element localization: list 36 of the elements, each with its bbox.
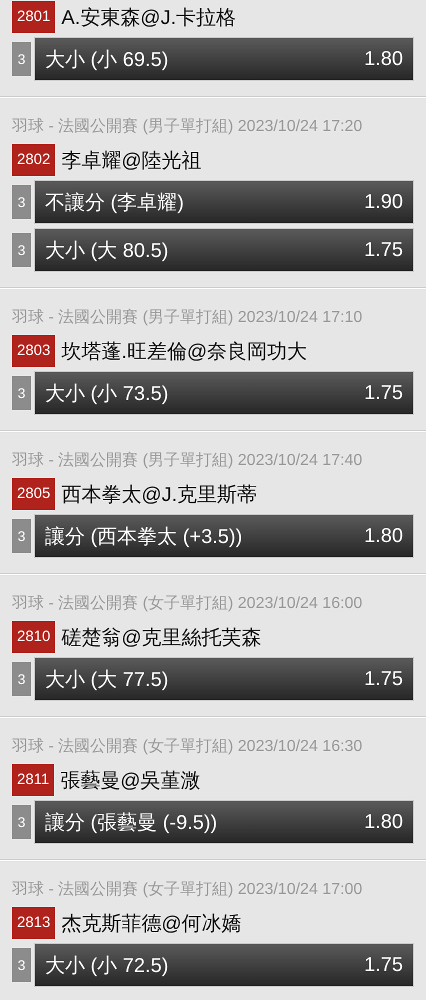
bet-option[interactable]: 讓分 (西本拳太 (+3.5)) 1.80 — [34, 514, 414, 558]
bet-option[interactable]: 大小 (大 77.5) 1.75 — [34, 657, 414, 701]
bet-option[interactable]: 讓分 (張藝曼 (-9.5)) 1.80 — [34, 800, 414, 844]
match-title: 張藝曼@吳堇溦 — [60, 768, 201, 794]
bet-option[interactable]: 不讓分 (李卓耀) 1.90 — [34, 180, 414, 224]
count-label: 3 — [12, 233, 31, 267]
count-label: 3 — [12, 185, 31, 219]
event-code: 2801 — [12, 1, 56, 33]
count-label: 3 — [12, 662, 31, 696]
event-code: 2811 — [12, 764, 54, 796]
count-label: 3 — [12, 948, 31, 982]
event-info: 羽球 - 法國公開賽 (女子單打組) 2023/10/24 17:00 — [12, 880, 364, 900]
bet-option[interactable]: 大小 (小 73.5) 1.75 — [34, 371, 414, 415]
event-info: 羽球 - 法國公開賽 (男子單打組) 2023/10/24 17:10 — [12, 308, 364, 328]
event-code: 2803 — [12, 335, 56, 367]
match-title: 磋楚翁@克里絲托芙森 — [61, 626, 262, 650]
event-code: 2813 — [12, 907, 56, 939]
count-label: 3 — [12, 42, 31, 76]
event-info: 羽球 - 法國公開賽 (女子單打組) 2023/10/24 16:00 — [12, 594, 364, 614]
bet-option[interactable]: 大小 (小 72.5) 1.75 — [34, 943, 414, 987]
count-label: 3 — [12, 805, 31, 839]
match-title: 李卓耀@陸光祖 — [61, 148, 202, 174]
bet-option[interactable]: 大小 (小 69.5) 1.80 — [34, 37, 414, 81]
event-info: 羽球 - 法國公開賽 (男子單打組) 2023/10/24 17:20 — [12, 116, 364, 137]
count-label: 3 — [12, 376, 31, 410]
event-code: 2802 — [12, 144, 56, 176]
event-info: 羽球 - 法國公開賽 (男子單打組) 2023/10/24 17:40 — [12, 450, 364, 471]
bet-option[interactable]: 大小 (大 80.5) 1.75 — [34, 228, 414, 272]
match-title: 杰克斯菲德@何冰嬌 — [61, 912, 242, 936]
match-title: 坎塔蓬.旺差倫@奈良岡功大 — [61, 340, 308, 364]
event-info: 羽球 - 法國公開賽 (女子單打組) 2023/10/24 16:30 — [12, 736, 364, 757]
event-code: 2810 — [12, 621, 56, 653]
match-title: A.安東森@J.卡拉格 — [61, 6, 236, 30]
count-label: 3 — [12, 519, 31, 553]
event-code: 2805 — [12, 478, 56, 510]
match-title: 西本拳太@J.克里斯蒂 — [61, 482, 258, 508]
